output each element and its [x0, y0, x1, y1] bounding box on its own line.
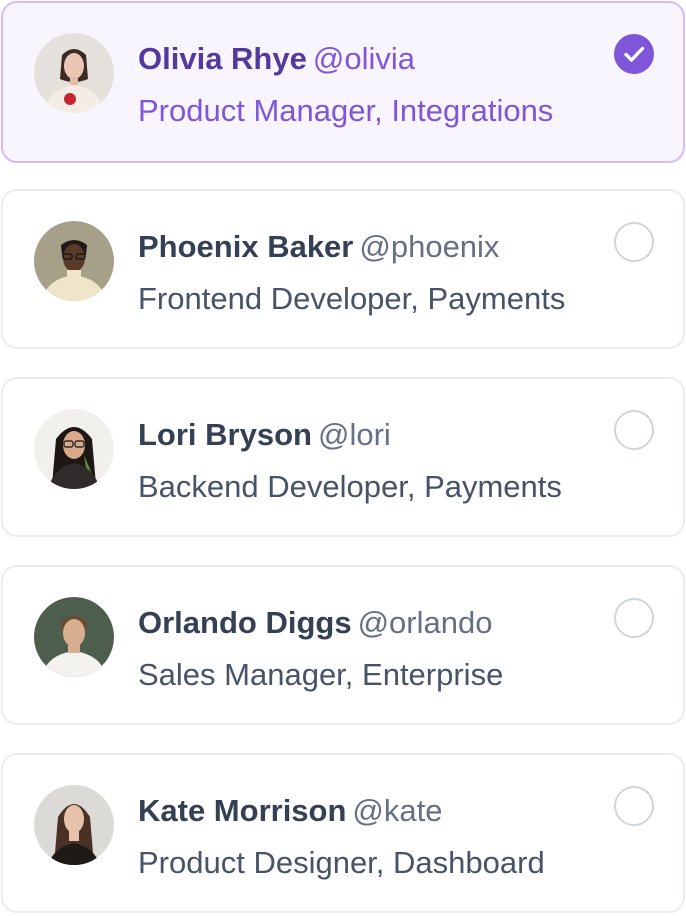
- avatar: [34, 221, 114, 301]
- user-card-olivia[interactable]: Olivia Rhye @olivia Product Manager, Inte…: [1, 1, 685, 163]
- user-name-line: Orlando Diggs @orlando: [138, 601, 492, 645]
- radio-checked-icon[interactable]: [614, 34, 654, 74]
- user-name-line: Kate Morrison @kate: [138, 789, 443, 833]
- user-name-line: Lori Bryson @lori: [138, 413, 391, 457]
- user-role: Product Designer, Dashboard: [138, 845, 545, 880]
- user-name: Lori Bryson: [138, 417, 312, 452]
- user-card-phoenix[interactable]: Phoenix Baker @phoenix Frontend Developer…: [1, 189, 685, 349]
- avatar: [34, 785, 114, 865]
- user-radio-list: Olivia Rhye @olivia Product Manager, Inte…: [0, 0, 686, 916]
- user-handle: @kate: [352, 793, 443, 828]
- user-card-lori[interactable]: Lori Bryson @lori Backend Developer, Paym…: [1, 377, 685, 537]
- user-handle: @orlando: [357, 605, 493, 640]
- avatar: [34, 33, 114, 113]
- radio-unchecked-icon[interactable]: [614, 410, 654, 450]
- user-role: Sales Manager, Enterprise: [138, 657, 504, 692]
- radio-unchecked-icon[interactable]: [614, 222, 654, 262]
- user-name: Olivia Rhye: [138, 41, 307, 76]
- user-role: Backend Developer, Payments: [138, 469, 562, 504]
- user-name: Kate Morrison: [138, 793, 347, 828]
- avatar: [34, 597, 114, 677]
- user-handle: @lori: [317, 417, 391, 452]
- user-handle: @phoenix: [359, 229, 500, 264]
- user-role: Product Manager, Integrations: [138, 93, 554, 128]
- check-icon: [624, 46, 645, 62]
- user-name: Orlando Diggs: [138, 605, 352, 640]
- avatar: [34, 409, 114, 489]
- radio-unchecked-icon[interactable]: [614, 786, 654, 826]
- user-name-line: Phoenix Baker @phoenix: [138, 225, 499, 269]
- user-name: Phoenix Baker: [138, 229, 354, 264]
- user-handle: @olivia: [312, 41, 415, 76]
- user-card-kate[interactable]: Kate Morrison @kate Product Designer, Das…: [1, 753, 685, 913]
- user-name-line: Olivia Rhye @olivia: [138, 37, 415, 81]
- user-role: Frontend Developer, Payments: [138, 281, 566, 316]
- radio-unchecked-icon[interactable]: [614, 598, 654, 638]
- user-card-orlando[interactable]: Orlando Diggs @orlando Sales Manager, Ent…: [1, 565, 685, 725]
